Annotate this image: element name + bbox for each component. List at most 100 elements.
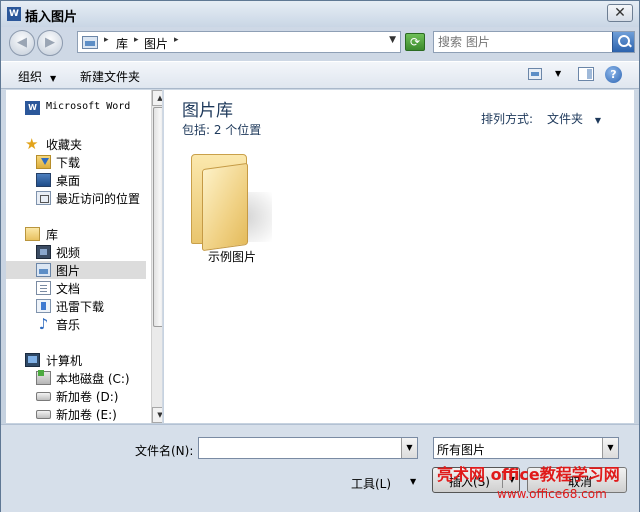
watermark-title: 亮术网 office教程学习网 (437, 465, 620, 484)
document-icon (36, 281, 51, 295)
file-list-pane: 图片库 包括: 2 个位置 排列方式: 文件夹 ▼ 示例图片 (164, 90, 634, 423)
breadcrumb-root-arrow[interactable]: ▸ (104, 35, 109, 45)
scroll-thumb[interactable] (153, 107, 162, 327)
sidebar-item-label: 计算机 (46, 354, 83, 368)
sidebar-item-recent-places[interactable]: 最近访问的位置 (6, 189, 146, 207)
sidebar-item-label: 新加卷 (E:) (56, 408, 117, 422)
organize-menu[interactable]: 组织 ▼ (18, 68, 56, 85)
music-icon: ♪ (38, 315, 49, 333)
filename-label: 文件名(N): (135, 444, 194, 458)
dialog-title: 插入图片 (25, 10, 78, 25)
organize-label: 组织 (18, 70, 43, 84)
file-type-select[interactable]: 所有图片 ▼ (433, 437, 619, 459)
video-icon (36, 245, 51, 259)
watermark-url: www.office68.com (497, 487, 607, 501)
arrange-by-label: 排列方式: (481, 112, 534, 126)
word-icon: W (25, 101, 40, 115)
computer-icon (25, 353, 40, 367)
navigation-row: ◀ ▶ ▸ 库 ▸ 图片 ▸ ▼ ⟳ (1, 27, 639, 59)
breadcrumb-library-arrow[interactable]: ▸ (134, 35, 139, 45)
sidebar-item-label: 最近访问的位置 (56, 192, 141, 206)
drive-c-icon (36, 370, 51, 385)
sidebar-item-label: 下载 (56, 156, 81, 170)
chevron-down-icon[interactable]: ▼ (401, 438, 417, 458)
sidebar-item-favorites[interactable]: ★ 收藏夹 (6, 135, 146, 153)
picture-icon (36, 263, 51, 277)
sidebar-item-label: 文档 (56, 282, 81, 296)
sidebar-item-label: 桌面 (56, 174, 81, 188)
search-input[interactable] (438, 34, 608, 50)
sidebar-item-computer[interactable]: 计算机 (6, 351, 146, 369)
insert-picture-dialog: W 插入图片 ✕ ◀ ▶ ▸ 库 ▸ 图片 ▸ ▼ ⟳ 组织 ▼ 新建文件夹 ▼ … (0, 0, 640, 512)
preview-pane-icon[interactable] (578, 67, 594, 81)
recent-places-icon (36, 191, 51, 205)
chevron-down-icon: ▼ (50, 74, 57, 83)
sidebar-item-label: 视频 (56, 246, 81, 260)
scroll-up-icon[interactable]: ▲ (152, 90, 162, 106)
arrange-by-value: 文件夹 (547, 112, 584, 126)
sidebar-item-pictures[interactable]: 图片 (6, 261, 146, 279)
breadcrumb-library[interactable]: 库 (116, 35, 128, 52)
sidebar-item-label: 库 (46, 228, 59, 242)
sidebar-item-label: 图片 (56, 264, 81, 278)
search-icon[interactable] (612, 32, 634, 52)
sidebar-item-label: 新加卷 (D:) (56, 390, 119, 404)
sidebar-item-drive-d[interactable]: 新加卷 (D:) (6, 387, 146, 405)
desktop-icon (36, 173, 51, 187)
change-view-icon[interactable] (528, 68, 542, 80)
filename-input[interactable] (202, 440, 398, 456)
chevron-down-icon[interactable]: ▼ (602, 438, 618, 458)
sidebar-item-microsoft-word[interactable]: W Microsoft Word (6, 99, 146, 117)
sidebar-item-label: Microsoft Word (46, 101, 131, 112)
drive-icon (36, 410, 51, 419)
refresh-button[interactable]: ⟳ (405, 33, 425, 51)
library-title: 图片库 (182, 101, 233, 121)
sidebar-item-label: 收藏夹 (46, 138, 83, 152)
sidebar-item-drive-e[interactable]: 新加卷 (E:) (6, 405, 146, 423)
sidebar-item-drive-c[interactable]: 本地磁盘 (C:) (6, 369, 146, 387)
sidebar-item-label: 音乐 (56, 318, 81, 332)
sidebar-item-label: 本地磁盘 (C:) (56, 372, 130, 386)
sidebar-item-label: 迅雷下载 (56, 300, 105, 314)
view-options-dropdown[interactable]: ▼ (555, 69, 561, 78)
tools-menu[interactable]: 工具(L) (351, 475, 391, 492)
word-app-icon: W (7, 7, 21, 21)
address-bar[interactable]: ▸ 库 ▸ 图片 ▸ ▼ (77, 31, 401, 53)
pictures-library-icon (82, 36, 98, 49)
address-history-dropdown[interactable]: ▼ (389, 35, 396, 45)
thunder-download-icon (36, 299, 51, 313)
breadcrumb-pictures-arrow[interactable]: ▸ (174, 35, 179, 45)
star-icon: ★ (25, 135, 39, 153)
chevron-down-icon: ▼ (594, 116, 601, 125)
sidebar-item-thunder-downloads[interactable]: 迅雷下载 (6, 297, 146, 315)
command-toolbar: 组织 ▼ 新建文件夹 ▼ ? (1, 61, 639, 89)
sidebar-item-videos[interactable]: 视频 (6, 243, 146, 261)
new-folder-button[interactable]: 新建文件夹 (80, 68, 140, 85)
title-bar: W 插入图片 ✕ (1, 1, 639, 27)
back-button[interactable]: ◀ (9, 30, 35, 56)
search-box[interactable] (433, 31, 635, 53)
sidebar-item-documents[interactable]: 文档 (6, 279, 146, 297)
scroll-down-icon[interactable]: ▼ (152, 407, 162, 423)
folder-item-sample-pictures[interactable]: 示例图片 (184, 148, 284, 268)
sidebar-scrollbar[interactable]: ▲ ▼ (151, 90, 162, 423)
folder-label: 示例图片 (208, 250, 257, 264)
sidebar-item-music[interactable]: ♪ 音乐 (6, 315, 146, 333)
download-folder-icon (36, 155, 51, 169)
library-icon (25, 227, 40, 241)
sidebar-item-downloads[interactable]: 下载 (6, 153, 146, 171)
arrange-by-dropdown[interactable]: 文件夹 ▼ (547, 110, 601, 127)
sidebar-item-desktop[interactable]: 桌面 (6, 171, 146, 189)
library-locations-link[interactable]: 包括: 2 个位置 (182, 121, 261, 138)
drive-icon (36, 392, 51, 401)
sidebar-item-libraries[interactable]: 库 (6, 225, 146, 243)
folder-front (202, 162, 248, 252)
breadcrumb-pictures[interactable]: 图片 (144, 35, 168, 52)
navigation-pane: W Microsoft Word ★ 收藏夹 下载 桌面 最近访问的位置 库 视… (6, 90, 163, 423)
help-icon[interactable]: ? (605, 66, 622, 83)
file-type-value: 所有图片 (437, 443, 486, 457)
forward-button[interactable]: ▶ (37, 30, 63, 56)
filename-combobox[interactable]: ▼ (198, 437, 418, 459)
chevron-down-icon[interactable]: ▼ (410, 477, 416, 486)
close-button[interactable]: ✕ (607, 4, 633, 22)
